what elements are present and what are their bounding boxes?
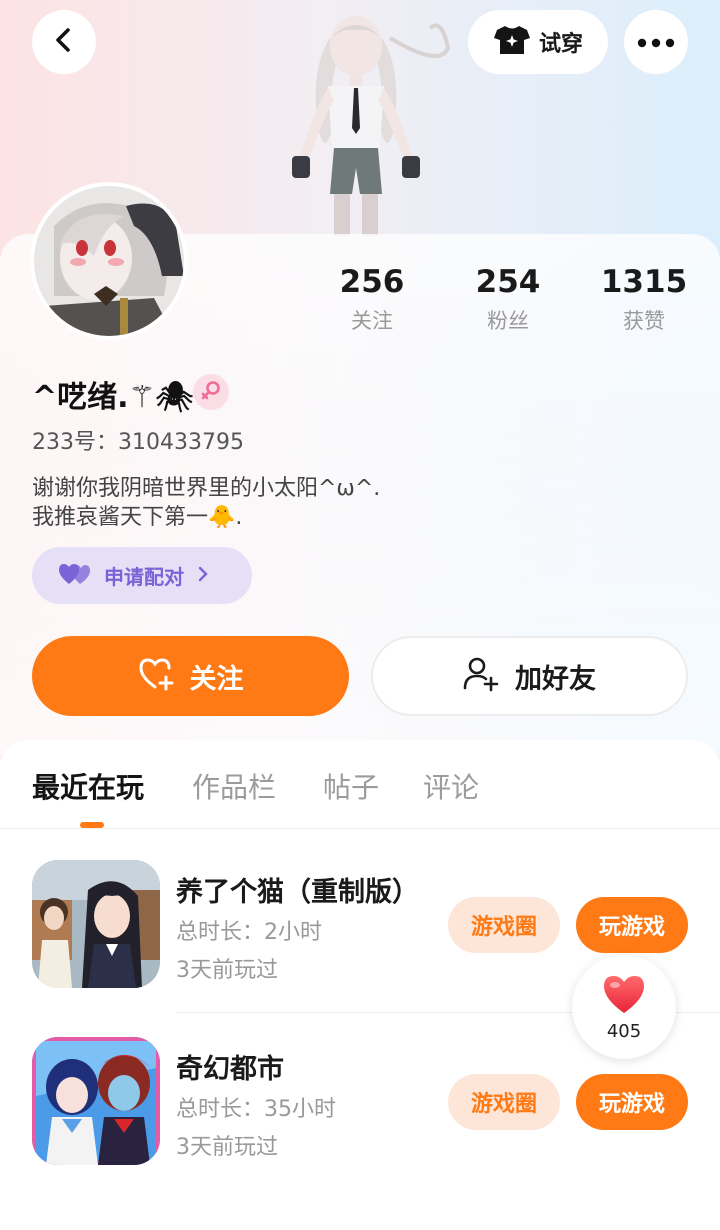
- stat-label: 粉丝: [487, 309, 529, 333]
- stat-label: 获赞: [623, 309, 665, 333]
- like-button[interactable]: 405: [572, 955, 676, 1059]
- game-last-played: 3天前玩过: [176, 1135, 278, 1160]
- play-game-button[interactable]: 玩游戏: [576, 1074, 688, 1130]
- more-dots-icon: [637, 33, 675, 52]
- tshirt-sparkle-icon: [493, 24, 531, 60]
- game-circle-button[interactable]: 游戏圈: [448, 1074, 560, 1130]
- tab-recently-played[interactable]: 最近在玩: [32, 766, 144, 806]
- heart-plus-icon: [138, 657, 176, 695]
- bio-line: 谢谢你我阴暗世界里的小太阳^ω^.: [32, 476, 381, 501]
- more-button[interactable]: [624, 10, 688, 74]
- stat-label: 关注: [351, 309, 393, 333]
- gender-badge: [193, 374, 229, 410]
- stat-value: 254: [475, 264, 541, 300]
- tab-comments[interactable]: 评论: [423, 766, 479, 806]
- game-duration: 总时长：2小时: [176, 920, 322, 945]
- add-friend-button[interactable]: 加好友: [371, 636, 688, 716]
- add-friend-label: 加好友: [515, 663, 596, 695]
- tab-works[interactable]: 作品栏: [192, 766, 276, 806]
- try-on-label: 试穿: [538, 32, 583, 57]
- game-duration: 总时长：35小时: [176, 1097, 336, 1122]
- game-icon[interactable]: [32, 1037, 160, 1165]
- game-icon[interactable]: [32, 860, 160, 988]
- double-heart-icon: [58, 562, 92, 590]
- game-circle-button[interactable]: 游戏圈: [448, 897, 560, 953]
- user-id: 233号：310433795: [32, 430, 244, 455]
- follow-button[interactable]: 关注: [32, 636, 349, 716]
- game-last-played: 3天前玩过: [176, 958, 278, 983]
- heart-icon: [601, 973, 647, 1019]
- avatar[interactable]: [30, 182, 188, 340]
- back-button[interactable]: [32, 10, 96, 74]
- game-title: 奇幻都市: [176, 1054, 284, 1085]
- nickname: ^呓绪.⚚🕷: [32, 380, 194, 415]
- play-game-button[interactable]: 玩游戏: [576, 897, 688, 953]
- stat-followers[interactable]: 254 粉丝: [448, 262, 568, 340]
- avatar-3d-figure[interactable]: [270, 8, 460, 236]
- like-count: 405: [606, 1020, 642, 1042]
- female-symbol-icon: [200, 379, 222, 405]
- request-pair-button[interactable]: 申请配对: [32, 547, 252, 604]
- tab-bar: 最近在玩 作品栏 帖子 评论: [0, 740, 720, 829]
- stat-value: 256: [339, 264, 405, 300]
- stat-following[interactable]: 256 关注: [312, 262, 432, 340]
- stat-value: 1315: [600, 264, 688, 300]
- game-title: 养了个猫（重制版）: [176, 877, 419, 908]
- tab-indicator: [80, 822, 104, 828]
- try-on-button[interactable]: 试穿: [468, 10, 608, 74]
- follow-label: 关注: [189, 663, 244, 695]
- chevron-left-icon: [51, 27, 77, 57]
- bio-line: 我推哀酱天下第一🐥.: [32, 505, 243, 530]
- bio: 谢谢你我阴暗世界里的小太阳^ω^. 我推哀酱天下第一🐥.: [32, 474, 380, 532]
- stat-likes[interactable]: 1315 获赞: [584, 262, 704, 340]
- add-user-icon: [463, 656, 499, 696]
- request-pair-label: 申请配对: [104, 565, 184, 589]
- chevron-right-icon: [196, 565, 210, 587]
- tab-posts[interactable]: 帖子: [323, 766, 379, 806]
